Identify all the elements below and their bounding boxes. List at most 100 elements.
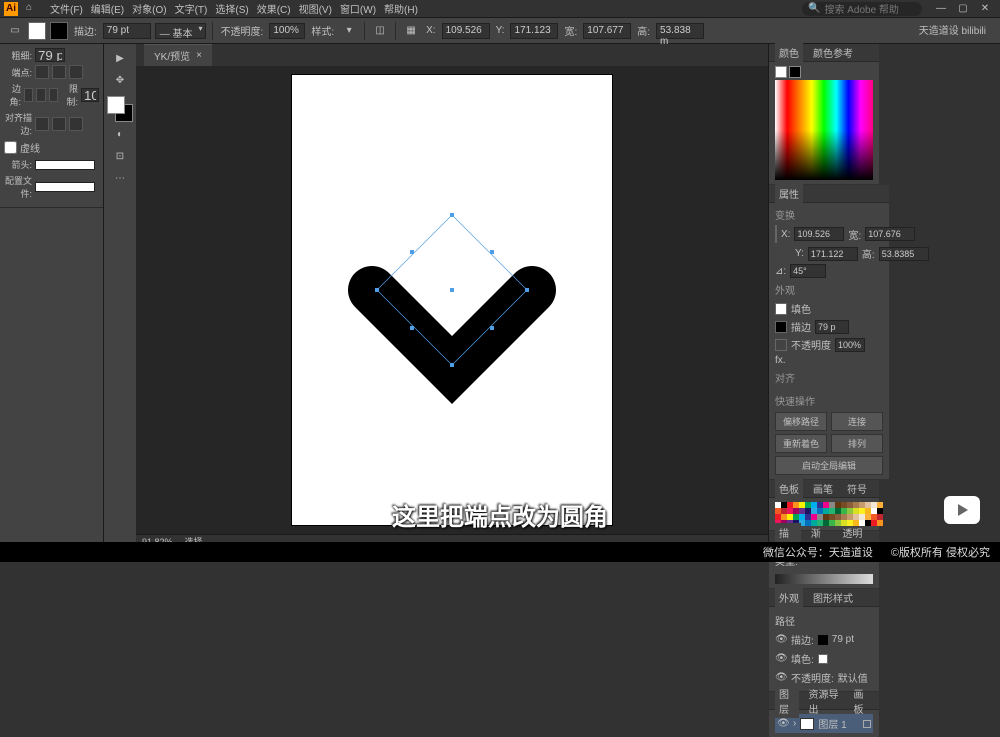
align-inside-button[interactable] (52, 117, 66, 131)
opacity-swatch[interactable] (775, 339, 787, 351)
fill-chip[interactable] (818, 654, 828, 664)
join-button[interactable]: 连接 (831, 412, 883, 431)
profile-dropdown[interactable] (35, 182, 95, 192)
prop-x-input[interactable] (794, 227, 844, 241)
tab-close-icon[interactable]: × (196, 50, 202, 61)
menu-window[interactable]: 窗口(W) (336, 1, 380, 16)
prop-angle-input[interactable] (790, 264, 826, 278)
menu-file[interactable]: 文件(F) (46, 1, 87, 16)
global-edit-button[interactable]: 启动全局编辑 (775, 456, 883, 475)
cap-butt-button[interactable] (35, 65, 49, 79)
search-input[interactable]: 🔍搜索 Adobe 帮助 (802, 2, 922, 16)
prop-y-input[interactable] (808, 247, 858, 261)
transform-icon[interactable]: ▦ (402, 22, 420, 40)
appearance-stroke-row[interactable]: 👁描边:79 pt (775, 630, 873, 649)
gradient-slider[interactable] (775, 574, 873, 584)
offset-path-button[interactable]: 偏移路径 (775, 412, 827, 431)
menu-type[interactable]: 文字(T) (171, 1, 212, 16)
tab-appearance[interactable]: 外观 (775, 588, 803, 607)
tool-icon[interactable]: ◐ (108, 124, 132, 144)
chevron-right-icon[interactable]: › (793, 718, 796, 729)
maximize-icon[interactable]: ▢ (952, 3, 974, 14)
eye-icon[interactable]: 👁 (775, 653, 787, 665)
menu-object[interactable]: 对象(O) (128, 1, 170, 16)
artboard[interactable] (292, 75, 612, 525)
stroke-indicator[interactable] (789, 66, 801, 78)
tab-graphic-styles[interactable]: 图形样式 (809, 588, 857, 607)
h-input[interactable]: 53.838 m (656, 23, 704, 39)
fill-swatch-prop[interactable] (775, 303, 787, 315)
menu-help[interactable]: 帮助(H) (380, 1, 422, 16)
artwork-shape[interactable] (292, 75, 612, 525)
eye-icon[interactable]: 👁 (775, 634, 787, 646)
corner-round-button[interactable] (36, 88, 45, 102)
stroke-swatch-prop[interactable] (775, 321, 787, 333)
tab-brushes[interactable]: 画笔 (809, 479, 837, 498)
tab-colorguide[interactable]: 颜色参考 (809, 43, 857, 62)
swatch[interactable] (877, 520, 883, 526)
arrow-start-dropdown[interactable] (35, 160, 95, 170)
ref-point-icon[interactable] (775, 225, 777, 243)
prop-w-input[interactable] (865, 227, 915, 241)
stroke-chip[interactable] (818, 635, 828, 645)
x-input[interactable]: 109.526 (442, 23, 490, 39)
document-tab[interactable]: YK/预览 × (144, 44, 212, 66)
align-outside-button[interactable] (69, 117, 83, 131)
dashed-checkbox[interactable] (4, 141, 17, 154)
menu-edit[interactable]: 编辑(E) (87, 1, 128, 16)
cap-projecting-button[interactable] (69, 65, 83, 79)
y-input[interactable]: 171.123 (510, 23, 558, 39)
stroke-label: 描边 (791, 319, 811, 334)
cap-round-button[interactable] (52, 65, 66, 79)
arrange-button[interactable]: 排列 (831, 434, 883, 453)
stroke-pt-input[interactable] (815, 320, 849, 334)
minimize-icon[interactable]: — (930, 3, 952, 14)
align-icon[interactable]: ◫ (371, 22, 389, 40)
tab-artboards[interactable]: 画板 (850, 684, 874, 718)
brush-dropdown[interactable]: — 基本 (155, 23, 206, 39)
stroke-swatch[interactable] (50, 22, 68, 40)
fx-label[interactable]: fx. (775, 355, 786, 366)
align-center-button[interactable] (35, 117, 49, 131)
menu-view[interactable]: 视图(V) (295, 1, 336, 16)
menu-effect[interactable]: 效果(C) (253, 1, 295, 16)
opacity-pct-input[interactable] (835, 338, 865, 352)
tool-icon[interactable]: ⋯ (108, 168, 132, 188)
opacity-input[interactable]: 100% (269, 23, 305, 39)
color-spectrum[interactable] (775, 80, 873, 180)
menu-select[interactable]: 选择(S) (211, 1, 252, 16)
tool-icon[interactable]: ✥ (108, 70, 132, 90)
play-icon[interactable] (944, 496, 980, 524)
app-logo: Ai (4, 2, 18, 16)
tab-color[interactable]: 颜色 (775, 43, 803, 62)
fill-indicator[interactable] (775, 66, 787, 78)
tab-asset-export[interactable]: 资源导出 (805, 684, 844, 718)
close-icon[interactable]: ✕ (974, 3, 996, 14)
w-input[interactable]: 107.677 (583, 23, 631, 39)
eye-icon[interactable]: 👁 (777, 718, 789, 730)
home-icon[interactable]: ⌂ (26, 2, 40, 16)
tab-layers[interactable]: 图层 (775, 684, 799, 718)
prop-h-input[interactable] (879, 247, 929, 261)
fill-swatch[interactable] (28, 22, 46, 40)
tab-swatches[interactable]: 色板 (775, 479, 803, 498)
stroke-weight-input[interactable]: 79 pt (103, 23, 151, 39)
weight-input[interactable] (35, 48, 65, 62)
tab-symbols[interactable]: 符号 (843, 479, 871, 498)
fill-label: 填色 (791, 301, 811, 316)
tab-properties[interactable]: 属性 (775, 184, 803, 203)
style-dropdown[interactable]: ▾ (340, 22, 358, 40)
layer-name[interactable]: 图层 1 (818, 716, 846, 731)
limit-input[interactable] (81, 88, 99, 102)
tool-icon[interactable]: ⊡ (108, 146, 132, 166)
style-label: 样式: (311, 23, 334, 38)
color-well[interactable] (107, 96, 133, 122)
eye-icon[interactable]: 👁 (775, 672, 787, 684)
fill-color[interactable] (107, 96, 125, 114)
corner-miter-button[interactable] (24, 88, 33, 102)
appearance-fill-row[interactable]: 👁填色: (775, 649, 873, 668)
target-icon[interactable] (863, 720, 871, 728)
recolor-button[interactable]: 重新着色 (775, 434, 827, 453)
corner-bevel-button[interactable] (49, 88, 58, 102)
tool-icon[interactable]: ▶ (108, 48, 132, 68)
